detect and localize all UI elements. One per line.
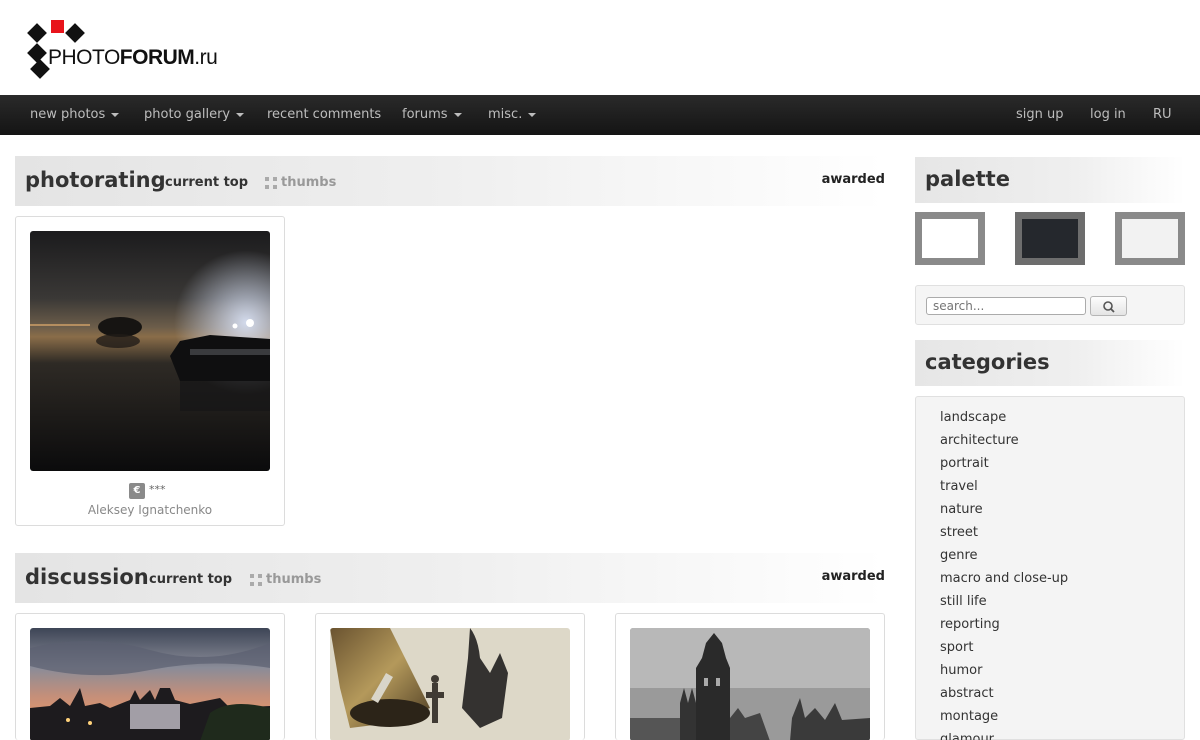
category-item[interactable]: montage — [940, 709, 998, 724]
nav-log-in[interactable]: log in — [1090, 95, 1126, 135]
discussion-header: discussion current top thumbs awarded — [15, 553, 885, 603]
nav-sign-up[interactable]: sign up — [1016, 95, 1064, 135]
category-item[interactable]: genre — [940, 548, 978, 563]
photo-thumbnail[interactable] — [30, 231, 270, 471]
nav-forums[interactable]: forums — [402, 95, 462, 135]
category-item[interactable]: glamour — [940, 732, 994, 740]
award-badge-icon: € — [129, 483, 145, 499]
caret-down-icon — [236, 112, 245, 117]
rating-stars: *** — [149, 483, 166, 496]
nav-misc[interactable]: misc. — [488, 95, 537, 135]
section-subtitle[interactable]: current top — [149, 572, 232, 587]
categories-title: categories — [925, 350, 1050, 374]
photo-card[interactable] — [315, 613, 585, 740]
nav-photo-gallery[interactable]: photo gallery — [144, 95, 245, 135]
photo-card[interactable] — [615, 613, 885, 740]
category-item[interactable]: street — [940, 525, 978, 540]
category-item[interactable]: humor — [940, 663, 982, 678]
awarded-link[interactable]: awarded — [822, 172, 885, 187]
section-title[interactable]: discussion — [25, 565, 149, 589]
nav-new-photos[interactable]: new photos — [30, 95, 120, 135]
logo-text: PHOTOFORUM.ru — [48, 46, 218, 69]
logo-diamond — [27, 23, 47, 43]
categories-header: categories — [915, 340, 1185, 386]
caret-down-icon — [453, 112, 462, 117]
thumbs-icon[interactable] — [250, 574, 262, 586]
caret-down-icon — [528, 112, 537, 117]
search-icon — [1103, 301, 1115, 313]
site-logo[interactable]: PHOTOFORUM.ru — [24, 20, 218, 82]
photo-card[interactable] — [15, 613, 285, 740]
search-form — [915, 285, 1185, 325]
main-navbar: new photos photo gallery recent comments… — [0, 95, 1200, 135]
category-item[interactable]: reporting — [940, 617, 1000, 632]
category-item[interactable]: macro and close-up — [940, 571, 1068, 586]
search-input[interactable] — [926, 297, 1086, 315]
nav-recent-comments[interactable]: recent comments — [267, 95, 381, 135]
photo-thumbnail[interactable] — [330, 628, 570, 740]
category-item[interactable]: landscape — [940, 410, 1006, 425]
palette-swatch-white[interactable] — [915, 212, 985, 265]
category-item[interactable]: sport — [940, 640, 973, 655]
categories-list: landscape architecture portrait travel n… — [915, 396, 1185, 740]
section-title[interactable]: photorating — [25, 168, 166, 192]
palette-header: palette — [915, 157, 1185, 203]
palette-swatch-dark[interactable] — [1015, 212, 1085, 265]
thumbs-link[interactable]: thumbs — [281, 175, 336, 190]
caret-down-icon — [111, 112, 120, 117]
category-item[interactable]: portrait — [940, 456, 989, 471]
section-subtitle[interactable]: current top — [165, 175, 248, 190]
logo-diamond — [27, 43, 47, 63]
photo-thumbnail[interactable] — [630, 628, 870, 740]
category-item[interactable]: travel — [940, 479, 978, 494]
category-item[interactable]: still life — [940, 594, 987, 609]
site-header: PHOTOFORUM.ru — [0, 0, 1200, 95]
nav-language[interactable]: RU — [1153, 95, 1172, 135]
thumbs-link[interactable]: thumbs — [266, 572, 321, 587]
photorating-header: photorating current top thumbs awarded — [15, 156, 885, 206]
author-name[interactable]: Aleksey Ignatchenko — [16, 503, 284, 517]
logo-diamond — [65, 23, 85, 43]
thumbs-icon[interactable] — [265, 177, 277, 189]
photo-thumbnail[interactable] — [30, 628, 270, 740]
logo-red-square — [51, 20, 64, 33]
logo-diamond — [30, 59, 50, 79]
category-item[interactable]: abstract — [940, 686, 994, 701]
photo-card[interactable]: € *** Aleksey Ignatchenko — [15, 216, 285, 526]
palette-swatch-light-gray[interactable] — [1115, 212, 1185, 265]
awarded-link[interactable]: awarded — [822, 569, 885, 584]
palette-title: palette — [925, 167, 1010, 191]
category-item[interactable]: architecture — [940, 433, 1019, 448]
search-button[interactable] — [1090, 296, 1127, 316]
category-item[interactable]: nature — [940, 502, 983, 517]
